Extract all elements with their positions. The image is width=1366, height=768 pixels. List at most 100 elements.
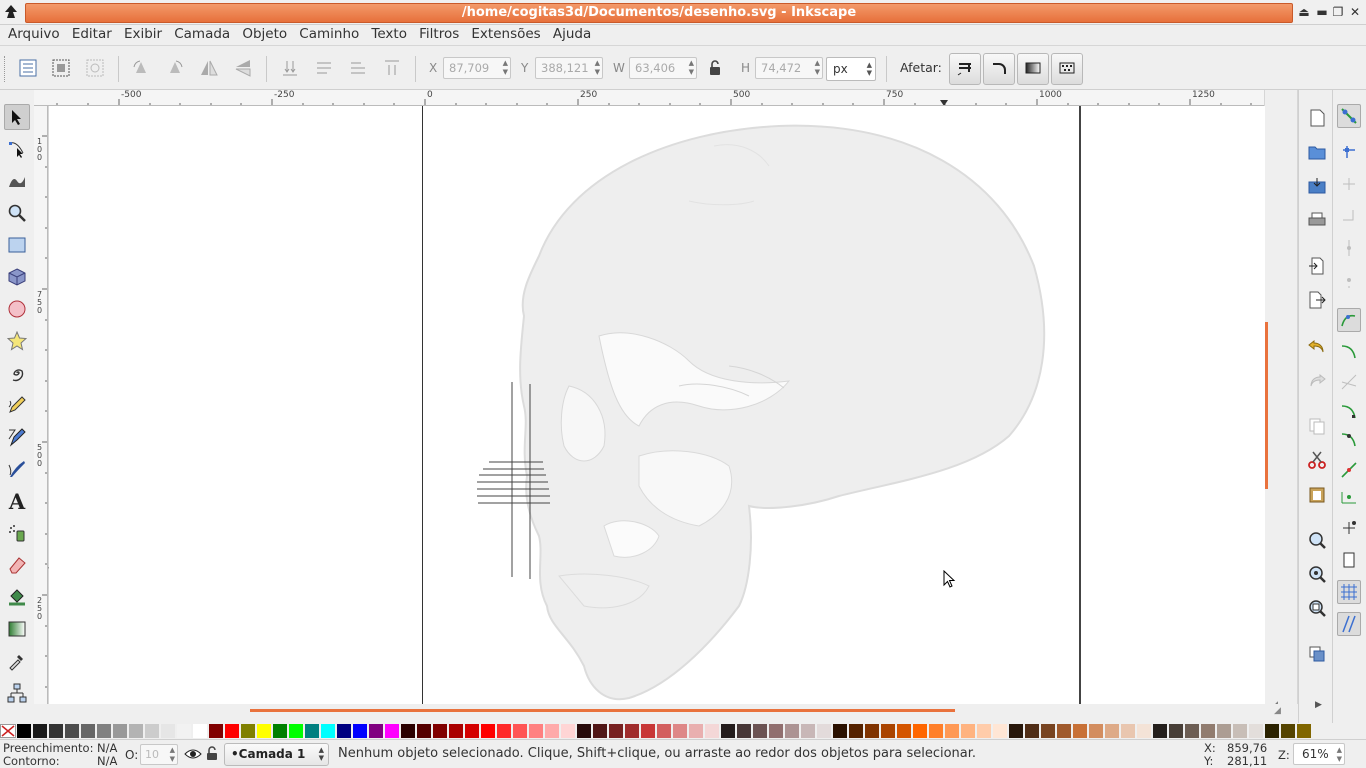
raise-icon[interactable] (347, 57, 369, 79)
color-swatch[interactable] (209, 724, 223, 738)
color-swatch[interactable] (609, 724, 623, 738)
color-swatch[interactable] (289, 724, 303, 738)
color-swatch[interactable] (321, 724, 335, 738)
color-swatch[interactable] (81, 724, 95, 738)
move-gradients-button[interactable] (1017, 53, 1049, 85)
layer-select[interactable]: •Camada 1 ▲ ▼ (224, 743, 329, 766)
h-field[interactable]: 74,472 ▲ ▼ (755, 57, 823, 79)
selector-tool[interactable] (4, 104, 30, 130)
horizontal-scrollbar[interactable]: ◢ (34, 704, 1298, 724)
snap-guide-button[interactable] (1337, 612, 1361, 636)
dropper-tool[interactable] (4, 648, 30, 674)
spin-arrows-icon[interactable]: ▲ ▼ (815, 59, 820, 77)
color-swatch[interactable] (49, 724, 63, 738)
menu-editar[interactable]: Editar (64, 25, 112, 43)
color-swatch[interactable] (593, 724, 607, 738)
menu-texto[interactable]: Texto (363, 25, 407, 43)
zoom-selection-button[interactable] (1305, 528, 1329, 552)
snap-smooth-button[interactable] (1337, 428, 1361, 452)
pencil-tool[interactable] (4, 392, 30, 418)
toolbar-handle[interactable] (4, 56, 7, 82)
eraser-tool[interactable] (4, 552, 30, 578)
snap-page-button[interactable] (1337, 548, 1361, 572)
color-swatch[interactable] (545, 724, 559, 738)
color-swatch[interactable] (897, 724, 911, 738)
color-swatch[interactable] (657, 724, 671, 738)
snap-bbox-button[interactable] (1337, 140, 1361, 164)
no-paint-swatch[interactable] (0, 724, 16, 738)
menu-filtros[interactable]: Filtros (411, 25, 459, 43)
color-swatch[interactable] (737, 724, 751, 738)
color-swatch[interactable] (33, 724, 47, 738)
color-swatch[interactable] (945, 724, 959, 738)
color-swatch[interactable] (1153, 724, 1167, 738)
color-swatch[interactable] (161, 724, 175, 738)
color-swatch[interactable] (113, 724, 127, 738)
color-swatch[interactable] (1057, 724, 1071, 738)
color-swatch[interactable] (577, 724, 591, 738)
color-swatch[interactable] (273, 724, 287, 738)
color-swatch[interactable] (481, 724, 495, 738)
color-swatch[interactable] (1249, 724, 1263, 738)
menu-ajuda[interactable]: Ajuda (545, 25, 591, 43)
raise-to-top-icon[interactable] (381, 57, 403, 79)
color-swatch[interactable] (689, 724, 703, 738)
color-swatch[interactable] (769, 724, 783, 738)
menu-extensoes[interactable]: Extensões (463, 25, 540, 43)
color-swatch[interactable] (721, 724, 735, 738)
spin-arrows-icon[interactable]: ▲ ▼ (595, 59, 600, 77)
color-swatch[interactable] (65, 724, 79, 738)
color-swatch[interactable] (961, 724, 975, 738)
color-swatch[interactable] (433, 724, 447, 738)
text-icon[interactable]: A (4, 488, 30, 514)
color-swatch[interactable] (97, 724, 111, 738)
color-swatch[interactable] (977, 724, 991, 738)
undo-button[interactable] (1305, 334, 1329, 358)
star-tool[interactable] (4, 328, 30, 354)
color-swatch[interactable] (1217, 724, 1231, 738)
color-swatch[interactable] (1201, 724, 1215, 738)
spin-arrows-icon[interactable]: ▲ ▼ (503, 59, 508, 77)
print-button[interactable] (1305, 208, 1329, 232)
move-patterns-button[interactable] (1051, 53, 1083, 85)
snap-rotation-center-button[interactable] (1337, 516, 1361, 540)
select-all-layers-icon[interactable] (50, 57, 72, 79)
flip-vertical-icon[interactable] (232, 57, 254, 79)
calligraphy-tool[interactable] (4, 456, 30, 482)
menu-exibir[interactable]: Exibir (116, 25, 162, 43)
color-swatch[interactable] (1297, 724, 1311, 738)
zoom-field[interactable]: 61% ▲ ▼ (1293, 743, 1345, 765)
color-swatch[interactable] (785, 724, 799, 738)
color-swatch[interactable] (129, 724, 143, 738)
color-swatch[interactable] (1073, 724, 1087, 738)
color-swatch[interactable] (1041, 724, 1055, 738)
drawing-canvas[interactable] (49, 106, 1265, 704)
color-swatch[interactable] (145, 724, 159, 738)
color-swatch[interactable] (1169, 724, 1183, 738)
color-swatch[interactable] (625, 724, 639, 738)
color-swatch[interactable] (385, 724, 399, 738)
color-swatch[interactable] (337, 724, 351, 738)
cut-button[interactable] (1305, 448, 1329, 472)
y-field[interactable]: 388,121 ▲ ▼ (535, 57, 603, 79)
color-swatch[interactable] (705, 724, 719, 738)
paint-bucket-tool[interactable] (4, 584, 30, 610)
color-swatch[interactable] (817, 724, 831, 738)
snap-intersections-button[interactable] (1337, 370, 1361, 394)
copy-button[interactable] (1305, 414, 1329, 438)
snap-centers-button[interactable] (1337, 268, 1361, 292)
color-swatch[interactable] (1089, 724, 1103, 738)
eject-icon[interactable]: ⏏ (1297, 5, 1311, 19)
color-swatch[interactable] (225, 724, 239, 738)
ellipse-tool[interactable] (4, 296, 30, 322)
select-all-icon[interactable] (17, 57, 39, 79)
color-swatch[interactable] (1121, 724, 1135, 738)
redo-button[interactable] (1305, 368, 1329, 392)
unit-select[interactable]: px ▲ ▼ (826, 57, 876, 81)
snap-cusp-button[interactable] (1337, 400, 1361, 424)
color-swatch[interactable] (641, 724, 655, 738)
color-swatch[interactable] (993, 724, 1007, 738)
x-field[interactable]: 87,709 ▲ ▼ (443, 57, 511, 79)
color-swatch[interactable] (353, 724, 367, 738)
scrollbar-thumb[interactable] (1265, 322, 1268, 489)
